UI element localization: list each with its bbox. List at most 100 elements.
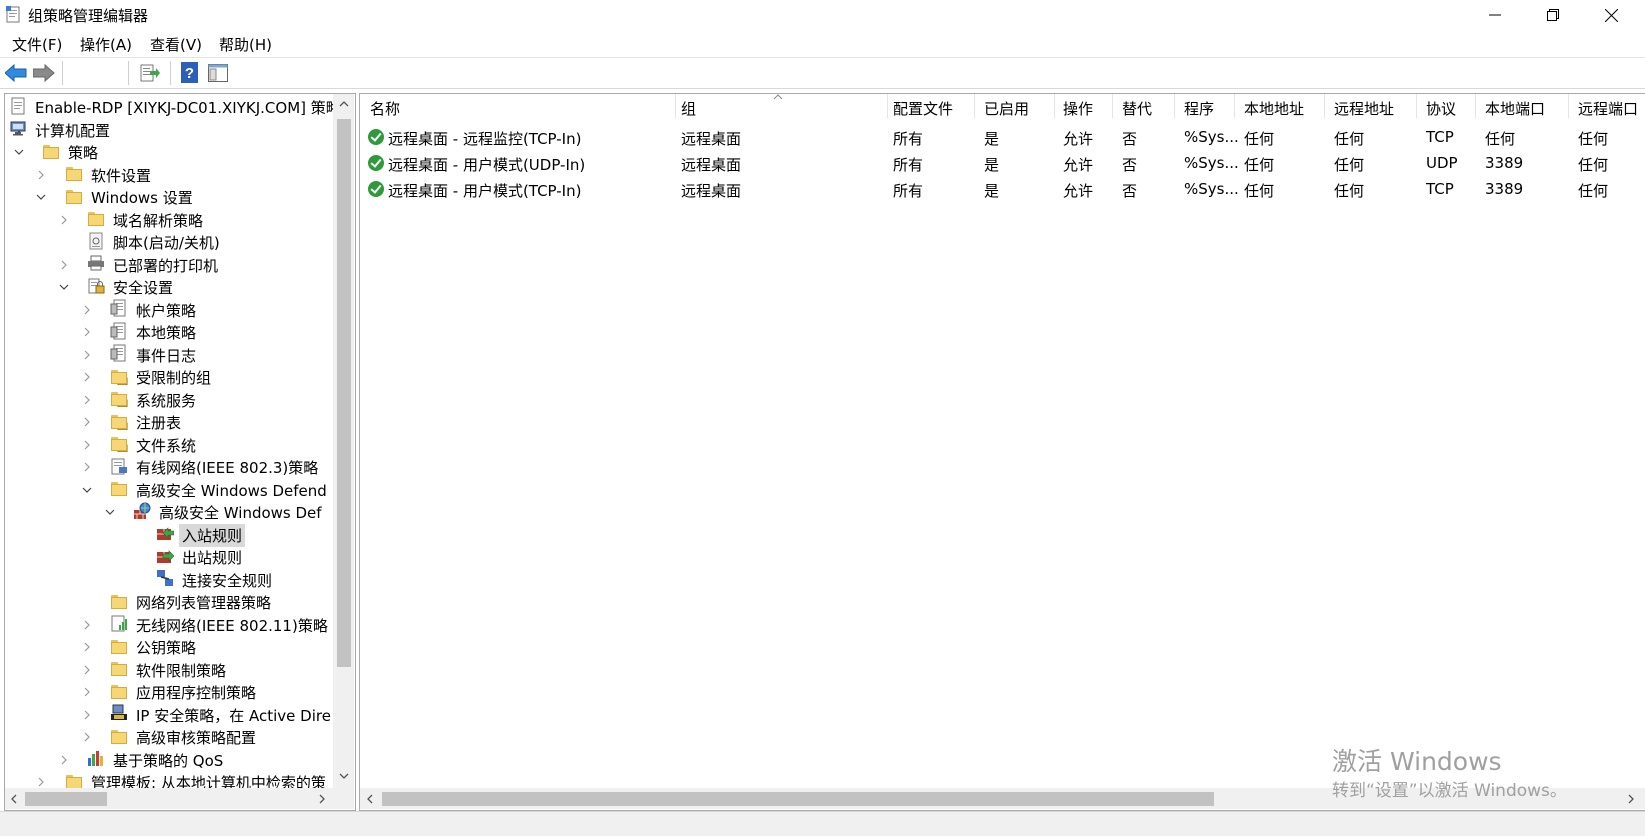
tree-vertical-scrollbar[interactable] (333, 94, 354, 788)
export-list-icon[interactable] (140, 63, 160, 83)
table-cell: 否 (1122, 182, 1138, 200)
enabled-check-icon (368, 155, 384, 171)
chevron-right-icon[interactable] (81, 662, 93, 680)
forward-arrow-icon[interactable] (33, 64, 55, 82)
menu-action[interactable]: 操作(A) (80, 34, 132, 55)
chevron-right-icon[interactable] (81, 414, 93, 432)
column-header[interactable]: 操作 (1063, 98, 1093, 119)
tree-node-label: 高级安全 Windows Def (159, 504, 322, 522)
table-cell: 任何 (1244, 182, 1275, 200)
chevron-right-icon[interactable] (81, 684, 93, 702)
restore-button[interactable] (1530, 0, 1576, 30)
printer-icon (87, 254, 110, 276)
tree-horizontal-scroll-thumb[interactable] (25, 792, 107, 806)
table-row[interactable]: 远程桌面 - 用户模式(TCP-In) 远程桌面 所有 是 允许 否 %Sys... 任何 任何… (360, 177, 1645, 201)
sort-ascending-icon (773, 94, 783, 100)
inbound-icon (156, 524, 179, 546)
tree-vertical-scroll-thumb[interactable] (337, 119, 351, 667)
scroll-left-icon[interactable] (10, 794, 18, 804)
scroll-up-icon[interactable] (339, 100, 349, 108)
chevron-right-icon[interactable] (81, 347, 93, 365)
chevron-right-icon[interactable] (81, 369, 93, 387)
folder-icon (110, 637, 133, 659)
chevron-right-icon[interactable] (81, 729, 93, 747)
column-header[interactable]: 名称 (370, 98, 400, 119)
tree-node-label: 公钥策略 (136, 639, 197, 657)
column-header[interactable]: 远程地址 (1334, 98, 1394, 119)
script-icon (87, 232, 110, 254)
tree-node-label: 域名解析策略 (113, 211, 204, 230)
tree-node-label: 注册表 (136, 414, 182, 432)
close-button[interactable] (1588, 0, 1634, 30)
chevron-right-icon[interactable] (81, 617, 93, 635)
table-row[interactable]: 远程桌面 - 用户模式(UDP-In) 远程桌面 所有 是 允许 否 %Sys... 任何 任何… (360, 151, 1645, 175)
menu-view[interactable]: 查看(V) (150, 34, 202, 55)
back-arrow-icon[interactable] (5, 64, 27, 82)
list-horizontal-scroll-thumb[interactable] (382, 792, 1214, 806)
chevron-right-icon[interactable] (81, 459, 93, 477)
table-cell: 否 (1122, 130, 1138, 148)
column-header[interactable]: 远程端口 (1578, 98, 1638, 119)
chevron-down-icon[interactable] (13, 144, 25, 162)
column-header[interactable]: 程序 (1184, 98, 1214, 119)
chevron-right-icon[interactable] (58, 752, 70, 770)
column-divider[interactable] (974, 94, 975, 118)
column-header[interactable]: 组 (681, 98, 696, 119)
table-cell: 否 (1122, 156, 1138, 174)
column-header[interactable]: 已启用 (984, 98, 1029, 119)
chevron-right-icon[interactable] (81, 639, 93, 657)
chevron-down-icon[interactable] (81, 482, 93, 500)
close-icon (1604, 8, 1618, 22)
chevron-right-icon[interactable] (81, 392, 93, 410)
column-header[interactable]: 协议 (1426, 98, 1456, 119)
chevron-right-icon[interactable] (58, 212, 70, 230)
column-divider[interactable] (1568, 94, 1569, 118)
tree-node-label: 文件系统 (136, 436, 197, 455)
table-cell: UDP (1426, 154, 1458, 172)
chevron-right-icon[interactable] (81, 437, 93, 455)
chevron-down-icon[interactable] (104, 504, 116, 522)
chevron-right-icon[interactable] (81, 324, 93, 342)
help-icon[interactable]: ? (181, 62, 198, 83)
tree-node-label: 网络列表管理器策略 (136, 594, 272, 612)
tree-horizontal-scrollbar[interactable] (5, 788, 333, 809)
tree-node-label: 软件设置 (91, 166, 152, 185)
column-divider[interactable] (1234, 94, 1235, 118)
column-header[interactable]: 配置文件 (893, 98, 953, 119)
chevron-down-icon[interactable] (35, 189, 47, 207)
ipsec-icon (110, 704, 133, 726)
show-hide-pane-icon[interactable] (208, 64, 228, 82)
tree-node-label: 高级安全 Windows Defend (136, 481, 327, 500)
column-header[interactable]: 本地地址 (1244, 98, 1304, 119)
minimize-button[interactable] (1472, 0, 1518, 30)
scroll-right-icon[interactable] (318, 794, 326, 804)
chevron-down-icon[interactable] (58, 279, 70, 297)
scroll-down-icon[interactable] (339, 772, 349, 780)
column-divider[interactable] (1416, 94, 1417, 118)
chevron-right-icon[interactable] (35, 167, 47, 185)
column-divider[interactable] (1475, 94, 1476, 118)
menu-file[interactable]: 文件(F) (12, 34, 62, 55)
column-divider[interactable] (675, 94, 676, 118)
menu-help[interactable]: 帮助(H) (219, 34, 272, 55)
tree-node-label: 帐户策略 (136, 301, 197, 320)
column-divider[interactable] (887, 94, 888, 118)
table-row[interactable]: 远程桌面 - 远程监控(TCP-In) 远程桌面 所有 是 允许 否 %Sys... 任何 任何… (360, 125, 1645, 149)
column-divider[interactable] (1112, 94, 1113, 118)
toolbar-separator (128, 61, 129, 85)
column-divider[interactable] (1054, 94, 1055, 118)
table-cell: 远程桌面 - 远程监控(TCP-In) (388, 130, 582, 148)
tree-node-label: 出站规则 (182, 549, 243, 567)
folder-icon (110, 727, 133, 749)
table-cell: 所有 (893, 130, 924, 148)
tree-node-label: 已部署的打印机 (113, 256, 219, 275)
scroll-left-icon[interactable] (366, 794, 374, 804)
scroll-right-icon[interactable] (1627, 794, 1635, 804)
chevron-right-icon[interactable] (58, 257, 70, 275)
column-header[interactable]: 本地端口 (1485, 98, 1545, 119)
chevron-right-icon[interactable] (81, 302, 93, 320)
column-divider[interactable] (1324, 94, 1325, 118)
column-divider[interactable] (1174, 94, 1175, 118)
column-header[interactable]: 替代 (1122, 98, 1152, 119)
chevron-right-icon[interactable] (81, 707, 93, 725)
